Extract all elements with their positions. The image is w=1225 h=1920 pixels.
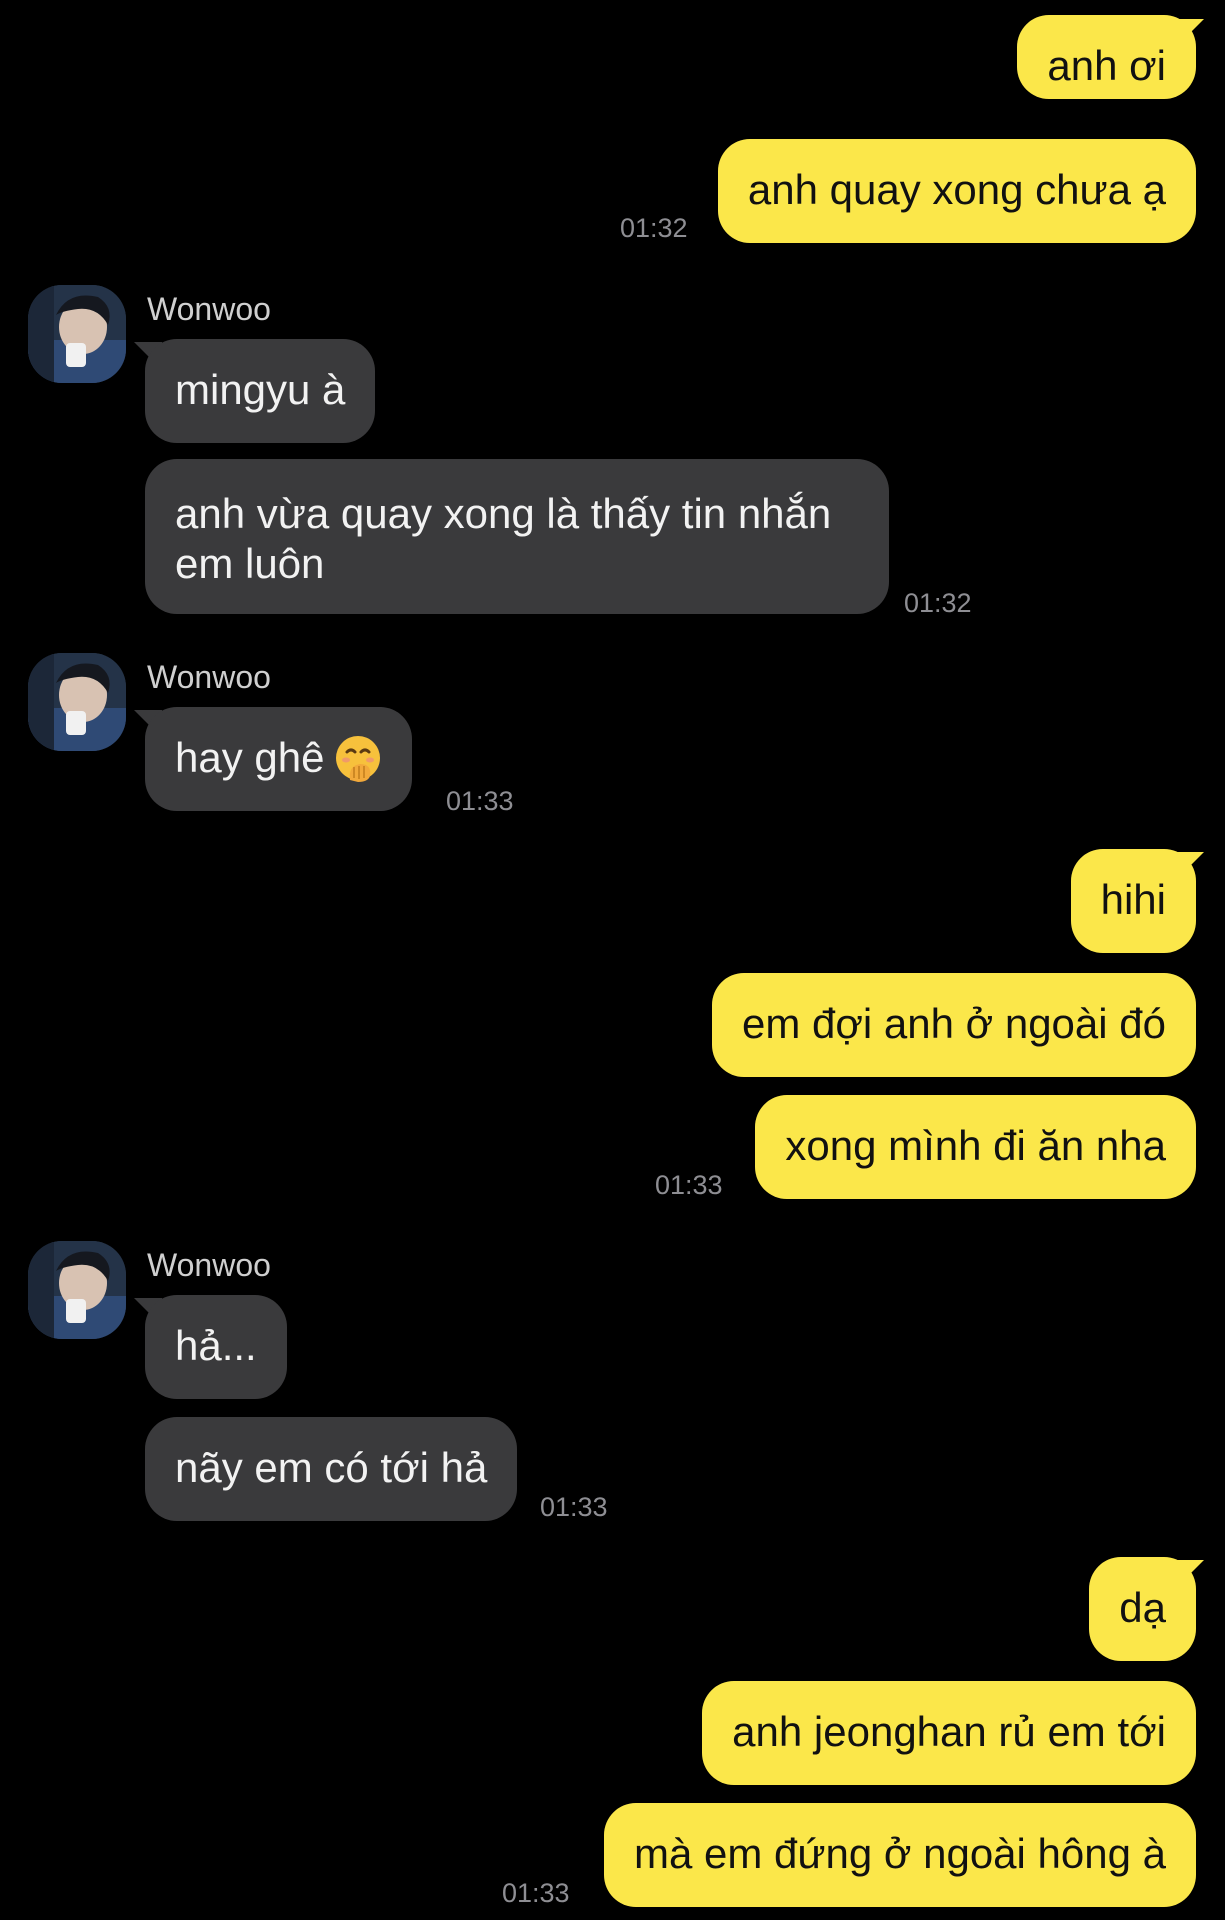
- contact-avatar[interactable]: [28, 285, 126, 383]
- message-timestamp: 01:32: [904, 588, 972, 618]
- sender-name: Wonwoo: [147, 659, 271, 695]
- message-timestamp: 01:33: [540, 1492, 608, 1522]
- message-text: xong mình đi ăn nha: [785, 1122, 1166, 1169]
- message-timestamp: 01:33: [446, 786, 514, 816]
- avatar-photo-icon: [28, 285, 126, 383]
- message-text: hay ghê: [175, 734, 325, 781]
- message-text: dạ: [1119, 1584, 1166, 1631]
- message-timestamp: 01:33: [502, 1878, 570, 1908]
- incoming-message-bubble[interactable]: anh vừa quay xong là thấy tin nhắn em lu…: [145, 459, 889, 614]
- message-text: mà em đứng ở ngoài hông à: [634, 1830, 1166, 1877]
- contact-avatar[interactable]: [28, 653, 126, 751]
- contact-avatar[interactable]: [28, 1241, 126, 1339]
- outgoing-message-bubble[interactable]: anh ơi: [1017, 15, 1196, 99]
- outgoing-message-bubble[interactable]: mà em đứng ở ngoài hông à: [604, 1803, 1196, 1907]
- incoming-message-bubble[interactable]: hả...: [145, 1295, 287, 1399]
- face-with-hand-over-mouth-emoji: [334, 734, 382, 782]
- message-text: hihi: [1100, 876, 1166, 923]
- incoming-message-bubble[interactable]: hay ghê: [145, 707, 413, 811]
- message-text: hả...: [175, 1322, 257, 1369]
- incoming-message-bubble[interactable]: mingyu à: [145, 339, 376, 443]
- message-text: anh ơi: [1047, 42, 1166, 89]
- outgoing-message-bubble[interactable]: anh quay xong chưa ạ: [717, 139, 1196, 243]
- message-timestamp: 01:33: [655, 1170, 723, 1200]
- incoming-message-bubble[interactable]: nãy em có tới hả: [145, 1417, 518, 1521]
- avatar-photo-icon: [28, 1241, 126, 1339]
- avatar-photo-icon: [28, 653, 126, 751]
- message-text: mingyu à: [175, 366, 346, 413]
- message-text: anh vừa quay xong là thấy tin nhắn em lu…: [175, 490, 832, 587]
- message-text: anh jeonghan rủ em tới: [732, 1708, 1166, 1755]
- sender-name: Wonwoo: [147, 291, 271, 327]
- message-timestamp: 01:32: [620, 213, 688, 243]
- message-text: em đợi anh ở ngoài đó: [741, 1000, 1166, 1047]
- outgoing-message-bubble[interactable]: xong mình đi ăn nha: [755, 1095, 1196, 1199]
- outgoing-message-bubble[interactable]: anh jeonghan rủ em tới: [702, 1681, 1196, 1785]
- message-text: anh quay xong chưa ạ: [747, 166, 1166, 213]
- sender-name: Wonwoo: [147, 1247, 271, 1283]
- outgoing-message-bubble[interactable]: em đợi anh ở ngoài đó: [711, 973, 1196, 1077]
- message-text: nãy em có tới hả: [175, 1444, 488, 1491]
